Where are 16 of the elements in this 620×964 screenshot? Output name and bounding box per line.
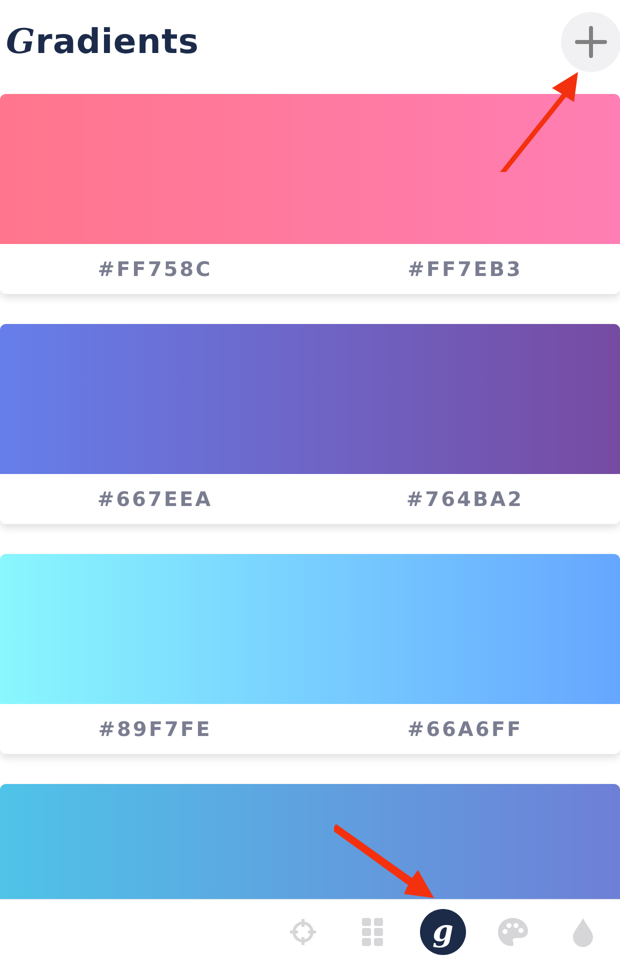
color-code: #764BA2 [406, 487, 524, 511]
plus-icon [575, 26, 607, 58]
gradient-card[interactable]: #FF758C #FF7EB3 [0, 94, 620, 294]
color-code: #89F7FE [98, 717, 212, 741]
color-code: #667EEA [97, 487, 213, 511]
crosshair-icon [288, 917, 318, 947]
drop-icon [572, 917, 594, 947]
color-code: #FF758C [98, 257, 212, 281]
color-code: #66A6FF [407, 717, 523, 741]
grid-icon [362, 918, 384, 946]
logo-tab[interactable]: g [420, 909, 466, 955]
palette-icon [497, 917, 529, 947]
color-code: #FF7EB3 [408, 257, 522, 281]
app-title: Gradients [6, 22, 200, 62]
gradient-card[interactable]: #667EEA #764BA2 [0, 324, 620, 524]
gradient-card[interactable]: #89F7FE #66A6FF [0, 554, 620, 754]
